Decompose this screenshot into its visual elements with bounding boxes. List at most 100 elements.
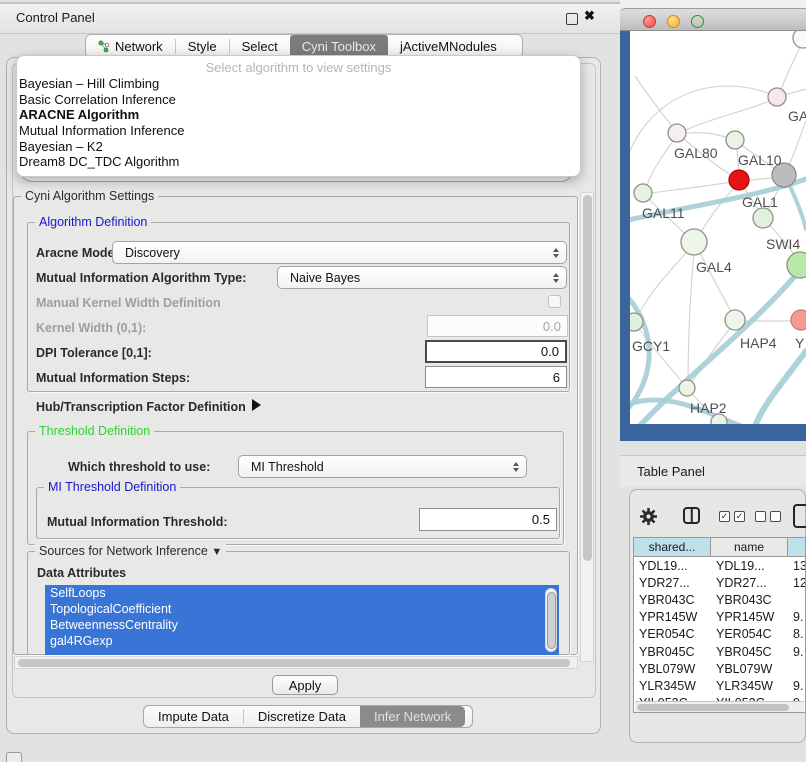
- algorithm-option[interactable]: Dream8 DC_TDC Algorithm: [19, 154, 179, 170]
- algorithm-option[interactable]: Mutual Information Inference: [19, 123, 184, 139]
- settings-horizontal-scrollbar[interactable]: [14, 656, 578, 669]
- attribute-item[interactable]: gal4RGexp: [45, 633, 559, 649]
- column-header[interactable]: name: [711, 538, 788, 557]
- attribute-item[interactable]: SelfLoops: [45, 585, 559, 601]
- algorithm-option[interactable]: Basic Correlation Inference: [19, 92, 176, 108]
- node-pink-top[interactable]: [768, 88, 786, 106]
- scrollbar-thumb[interactable]: [18, 659, 570, 667]
- gear-icon[interactable]: [639, 507, 658, 531]
- manual-kernel-checkbox[interactable]: [548, 295, 561, 308]
- aracne-mode-combobox[interactable]: Discovery: [112, 241, 567, 264]
- node-HAP4[interactable]: [725, 310, 745, 330]
- column-header[interactable]: [788, 538, 806, 557]
- table-cell: YPR145W: [711, 610, 788, 624]
- mi-steps-value: 6: [553, 370, 560, 385]
- zoom-traffic-light-icon[interactable]: [691, 15, 704, 28]
- float-window-icon[interactable]: [566, 13, 578, 25]
- spinner-arrows-icon: [553, 248, 559, 258]
- mi-type-combobox[interactable]: Naive Bayes: [277, 266, 567, 289]
- minimize-traffic-light-icon[interactable]: [667, 15, 680, 28]
- table-panel-titlebar: Table Panel: [620, 455, 806, 487]
- table-row[interactable]: YBL079WYBL079W: [634, 660, 806, 677]
- node-label: Y: [795, 335, 805, 351]
- tab-infer-network[interactable]: Infer Network: [360, 706, 465, 727]
- node-salmon[interactable]: [791, 310, 806, 330]
- node-top-right[interactable]: [793, 31, 806, 48]
- node-GAL80[interactable]: [668, 124, 686, 142]
- table-row[interactable]: YBR043CYBR043C: [634, 591, 806, 608]
- tab-cyni-toolbox[interactable]: Cyni Toolbox: [290, 35, 388, 57]
- network-edge: [695, 243, 736, 321]
- table-row[interactable]: YPR145WYPR145W9.: [634, 609, 806, 626]
- mi-threshold-field[interactable]: 0.5: [419, 508, 557, 531]
- collapse-arrow-icon[interactable]: ▼: [211, 546, 222, 558]
- column-header[interactable]: shared...: [634, 538, 711, 557]
- table-cell: 8.: [788, 627, 806, 641]
- apply-button[interactable]: Apply: [272, 675, 338, 695]
- cyni-settings-group-title: Cyni Algorithm Settings: [21, 189, 158, 203]
- sources-group-title: Sources for Network Inference ▼: [35, 544, 226, 558]
- tab-discretize-data[interactable]: Discretize Data: [244, 706, 360, 727]
- which-threshold-label: Which threshold to use:: [68, 460, 210, 474]
- close-traffic-light-icon[interactable]: [643, 15, 656, 28]
- tab-style[interactable]: Style: [176, 35, 229, 57]
- attribute-item[interactable]: BetweennessCentrality: [45, 617, 559, 633]
- attribute-item[interactable]: TopologicalCoefficient: [45, 601, 559, 617]
- select-all-checks-icon[interactable]: ✓✓: [719, 511, 745, 522]
- dpi-tolerance-field[interactable]: 0.0: [425, 340, 567, 363]
- table-row[interactable]: YDL19...YDL19...13...: [634, 557, 806, 574]
- close-icon[interactable]: ✖: [584, 8, 595, 24]
- mi-steps-field[interactable]: 6: [425, 366, 567, 388]
- settings-vertical-scrollbar[interactable]: [580, 192, 594, 662]
- table-row[interactable]: YBR045CYBR045C9.: [634, 643, 806, 660]
- network-selection-border-bottom: [620, 424, 806, 441]
- table-cell: YDR27...: [634, 576, 711, 590]
- table-row[interactable]: YLR345WYLR345W9.: [634, 677, 806, 694]
- spinner-arrows-icon: [513, 462, 519, 472]
- table-cell: YBR043C: [711, 593, 788, 607]
- node-HAP2[interactable]: [679, 380, 695, 396]
- scrollbar-thumb[interactable]: [547, 592, 556, 649]
- attributes-list-scrollbar[interactable]: [545, 588, 557, 652]
- table-mode-icon[interactable]: [793, 504, 806, 528]
- node-GAL11[interactable]: [634, 184, 652, 202]
- node-GCY1[interactable]: [630, 313, 643, 331]
- data-attributes-list[interactable]: SelfLoopsTopologicalCoefficientBetweenne…: [45, 585, 559, 655]
- node-GAL4[interactable]: [681, 229, 707, 255]
- table-cell: YBR045C: [634, 645, 711, 659]
- expand-arrow-icon[interactable]: [252, 399, 261, 411]
- collapsed-panel-icon[interactable]: [6, 752, 22, 762]
- table-cell: 9.: [788, 610, 806, 624]
- node-GAL1-red[interactable]: [729, 170, 749, 190]
- which-threshold-combobox[interactable]: MI Threshold: [238, 455, 527, 478]
- table-row[interactable]: YDR27...YDR27...12...: [634, 574, 806, 591]
- node-SWI4[interactable]: [787, 252, 806, 278]
- table-row[interactable]: YER054CYER054C8.: [634, 626, 806, 643]
- node-GAL10[interactable]: [726, 131, 744, 149]
- aracne-mode-label: Aracne Mode:: [36, 246, 119, 260]
- tab-network[interactable]: Network: [86, 35, 175, 57]
- node-green-mid[interactable]: [753, 208, 773, 228]
- kernel-width-field[interactable]: 0.0: [427, 315, 568, 337]
- tab-select-label: Select: [242, 39, 278, 54]
- algorithm-option[interactable]: Bayesian – K2: [19, 138, 103, 154]
- tab-cyni-toolbox-label: Cyni Toolbox: [302, 39, 376, 54]
- network-canvas[interactable]: GALGAL80GAL10GAL1GAL11GAL4SWI4GCY1HAP4YH…: [630, 31, 806, 424]
- tab-network-label: Network: [115, 39, 163, 54]
- deselect-all-checks-icon[interactable]: [755, 511, 781, 522]
- mi-threshold-label: Mutual Information Threshold:: [47, 515, 228, 529]
- algorithm-option[interactable]: ARACNE Algorithm: [19, 107, 139, 123]
- control-panel-title: Control Panel: [16, 10, 95, 25]
- table-cell: YDL19...: [634, 559, 711, 573]
- tab-jactivemnodules[interactable]: jActiveMNodules: [388, 35, 509, 57]
- tab-impute-data[interactable]: Impute Data: [144, 706, 243, 727]
- table-horizontal-scrollbar[interactable]: [635, 701, 804, 713]
- table-cell: YBR045C: [711, 645, 788, 659]
- scrollbar-thumb[interactable]: [637, 704, 789, 711]
- scrollbar-thumb[interactable]: [583, 195, 592, 561]
- split-columns-icon[interactable]: [683, 507, 700, 524]
- network-window-titlebar[interactable]: [620, 8, 806, 31]
- algorithm-option[interactable]: Bayesian – Hill Climbing: [19, 76, 159, 92]
- tab-select[interactable]: Select: [230, 35, 290, 57]
- table-cell: YPR145W: [634, 610, 711, 624]
